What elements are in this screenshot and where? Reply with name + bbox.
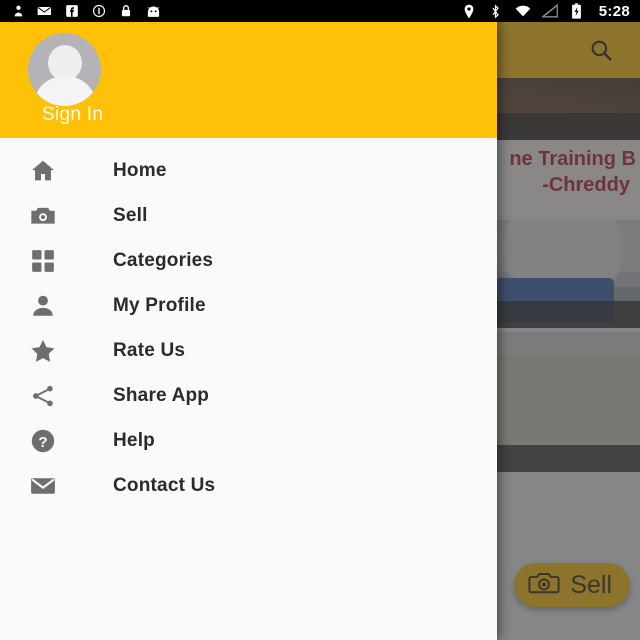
android-notification-icon [145,3,161,19]
status-bar-notifications [10,3,161,19]
signal-icon [541,3,558,19]
grid-icon [28,246,58,276]
sign-in-label[interactable]: Sign In [42,104,103,126]
info-notification-icon [91,3,107,19]
location-icon [461,3,477,19]
contact-notification-icon [10,3,26,19]
envelope-icon [28,471,58,501]
navigation-drawer: Sign In Home Sell Categories My Profile … [0,22,497,640]
drawer-item-label: Sell [113,204,148,226]
home-icon [28,156,58,186]
svg-text:?: ? [38,433,47,450]
drawer-item-share-app[interactable]: Share App [0,373,497,418]
drawer-item-home[interactable]: Home [0,148,497,193]
drawer-menu-list: Home Sell Categories My Profile Rate Us … [0,138,497,508]
app-screen: OR COSMETIC CA ne Training B -Chreddy 31… [0,0,640,640]
drawer-item-rate-us[interactable]: Rate Us [0,328,497,373]
clock-label: 5:28 [598,2,630,20]
wifi-icon [515,3,531,19]
bluetooth-icon [488,3,504,19]
person-icon [28,291,58,321]
status-bar: 5:28 [0,0,640,22]
status-bar-system: 5:28 [461,3,630,20]
drawer-item-label: Categories [113,249,214,271]
drawer-item-label: Contact Us [113,474,216,496]
battery-charging-icon [569,3,585,19]
avatar-body-shape [34,76,95,106]
drawer-item-contact-us[interactable]: Contact Us [0,463,497,508]
drawer-item-categories[interactable]: Categories [0,238,497,283]
email-notification-icon [37,3,53,19]
drawer-item-my-profile[interactable]: My Profile [0,283,497,328]
drawer-item-label: Help [113,429,155,451]
help-icon: ? [28,426,58,456]
facebook-notification-icon [64,3,80,19]
camera-icon [28,201,58,231]
drawer-item-sell[interactable]: Sell [0,193,497,238]
drawer-item-help[interactable]: ? Help [0,418,497,463]
drawer-item-label: Share App [113,384,210,406]
avatar[interactable] [28,33,101,106]
drawer-item-label: My Profile [113,294,206,316]
share-icon [28,381,58,411]
star-icon [28,336,58,366]
drawer-header[interactable]: Sign In [0,22,497,138]
lock-notification-icon [118,3,134,19]
drawer-item-label: Rate Us [113,339,186,361]
drawer-item-label: Home [113,159,167,181]
